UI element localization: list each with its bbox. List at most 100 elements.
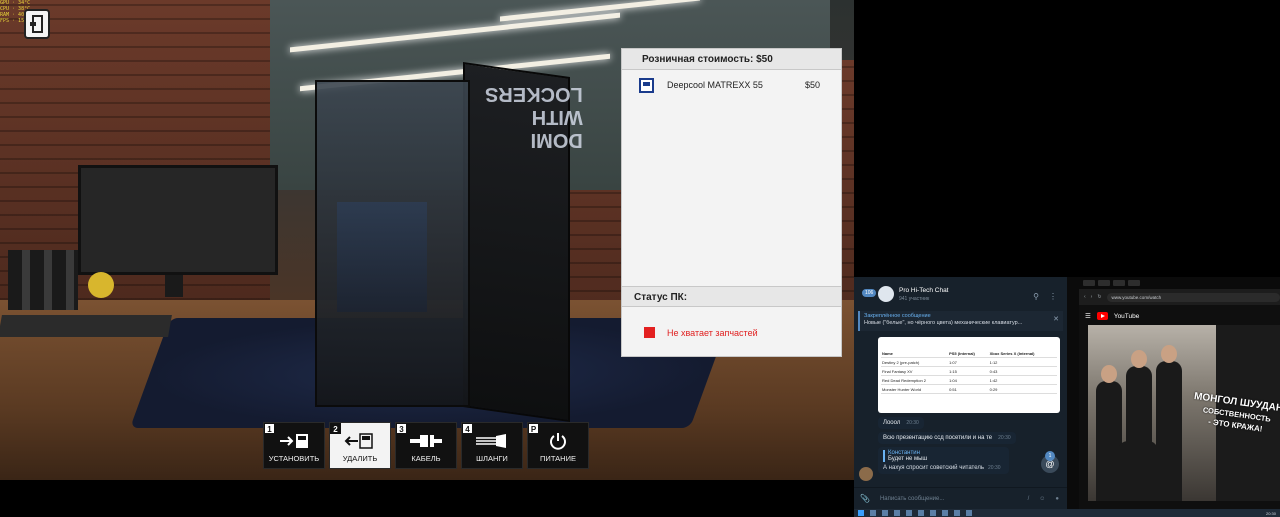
remove-button[interactable]: 2 УДАЛИТЬ bbox=[329, 422, 391, 469]
band-member-head bbox=[1161, 345, 1177, 363]
reply-quote: Будет не мыш bbox=[883, 456, 1004, 462]
table-cell: 0:43 bbox=[988, 366, 1057, 376]
load-times-table: Name PS5 (Internal) Xbox Series X (Inter… bbox=[881, 349, 1057, 394]
status-row: Не хватает запчастей bbox=[644, 327, 758, 338]
part-mode-icon[interactable] bbox=[24, 9, 50, 39]
table-row: Monster Hunter World 0:51 0:29 bbox=[881, 384, 1057, 394]
reload-icon[interactable]: ↻ bbox=[1097, 294, 1101, 300]
app-icon[interactable] bbox=[942, 510, 948, 516]
chat-title: Pro Hi-Tech Chat bbox=[899, 286, 949, 294]
table-cell: Red Dead Redemption 2 bbox=[881, 375, 949, 385]
search-icon[interactable]: ⚲ bbox=[1033, 292, 1039, 301]
back-icon[interactable]: ‹ bbox=[1084, 294, 1086, 300]
table-cell: Final Fantasy XV bbox=[881, 366, 949, 376]
band-member bbox=[1118, 441, 1158, 501]
message-time: 20:30 bbox=[988, 465, 1001, 471]
chat-message[interactable]: Всю презентацию ссд посетили и на те 20:3… bbox=[878, 432, 1016, 444]
telegram-window: 106 Pro Hi-Tech Chat 941 участник ⚲ ⋮ За… bbox=[854, 277, 1067, 509]
image-message[interactable]: Name PS5 (Internal) Xbox Series X (Inter… bbox=[878, 337, 1060, 413]
message-time: 20:30 bbox=[998, 435, 1011, 441]
hoses-button[interactable]: 4 ШЛАНГИ bbox=[461, 422, 523, 469]
table-cell: 1:07 bbox=[948, 357, 989, 367]
browser-tab[interactable] bbox=[1128, 280, 1140, 286]
pc-status-header: Статус ПК: bbox=[622, 286, 841, 307]
install-button[interactable]: 1 УСТАНОВИТЬ bbox=[263, 422, 325, 469]
band-member bbox=[1156, 361, 1182, 501]
reply-message[interactable]: Константин Будет не мыш А нахуя спросит … bbox=[878, 447, 1009, 474]
app-icon[interactable] bbox=[966, 510, 972, 516]
pinned-text: Новые ("белые", но чёрного цвета) механи… bbox=[864, 320, 1023, 326]
browser-toolbar: ‹ › ↻ www.youtube.com/watch bbox=[1079, 289, 1280, 305]
browser-tab[interactable] bbox=[1083, 280, 1095, 286]
search-icon[interactable] bbox=[870, 510, 876, 516]
app-icon[interactable] bbox=[894, 510, 900, 516]
youtube-logo-icon[interactable] bbox=[1096, 312, 1108, 320]
microphone-icon[interactable]: ● bbox=[1055, 496, 1059, 502]
table-cell: Monster Hunter World bbox=[881, 384, 949, 394]
part-row[interactable]: Deepcool MATREXX 55 $50 bbox=[622, 70, 841, 100]
power-icon bbox=[528, 431, 588, 451]
game-viewport[interactable]: DOMI WITH LOCKERS GPU · 34°C CPU · 38°C … bbox=[0, 0, 854, 480]
power-label: ПИТАНИЕ bbox=[540, 454, 576, 463]
app-icon[interactable] bbox=[954, 510, 960, 516]
browser-tab[interactable] bbox=[1113, 280, 1125, 286]
chat-message[interactable]: Лооол 20:30 bbox=[878, 417, 924, 429]
message-composer[interactable]: 📎 Написать сообщение... / ☺ ● bbox=[854, 487, 1067, 509]
browser-sidebar bbox=[1067, 277, 1079, 509]
member-count: 941 участник bbox=[899, 295, 930, 302]
chat-avatar[interactable] bbox=[878, 286, 894, 302]
part-price: $50 bbox=[805, 80, 821, 90]
monitor-stand bbox=[165, 275, 183, 297]
band-member-head bbox=[1131, 350, 1147, 368]
taskview-icon[interactable] bbox=[882, 510, 888, 516]
more-icon[interactable]: ⋮ bbox=[1049, 292, 1057, 301]
table-row: Destiny 2 (pre-patch) 1:07 1:12 bbox=[881, 357, 1057, 367]
band-member-head bbox=[1101, 365, 1117, 383]
cable-label: КАБЕЛЬ bbox=[411, 454, 441, 463]
hoses-label: ШЛАНГИ bbox=[476, 454, 508, 463]
gpu-stack bbox=[8, 250, 78, 310]
pc-case[interactable]: DOMI WITH LOCKERS bbox=[315, 62, 583, 423]
pc-case-glass-panel[interactable] bbox=[315, 80, 470, 407]
site-name: YouTube bbox=[1113, 312, 1140, 320]
forward-icon[interactable]: › bbox=[1091, 294, 1093, 300]
hose-icon bbox=[462, 431, 522, 451]
browser-window: ‹ › ↻ www.youtube.com/watch ☰ YouTube МО… bbox=[1067, 277, 1280, 509]
start-icon[interactable] bbox=[858, 510, 864, 516]
table-header: Name bbox=[881, 349, 949, 358]
table-header: Xbox Series X (Internal) bbox=[988, 349, 1057, 358]
cable-button[interactable]: 3 КАБЕЛЬ bbox=[395, 422, 457, 469]
message-text: Лооол bbox=[883, 420, 901, 426]
browser-tab[interactable] bbox=[1098, 280, 1110, 286]
table-row: Red Dead Redemption 2 1:04 1:42 bbox=[881, 375, 1057, 385]
close-icon[interactable]: ✕ bbox=[1053, 315, 1059, 323]
message-input[interactable]: Написать сообщение... bbox=[880, 496, 1028, 502]
table-cell: 1:15 bbox=[948, 366, 989, 376]
clock[interactable]: 20:30 bbox=[1266, 511, 1276, 516]
pinned-message[interactable]: Закреплённое сообщение Новые ("белые", н… bbox=[858, 311, 1063, 331]
app-icon[interactable] bbox=[918, 510, 924, 516]
table-cell: 1:12 bbox=[988, 357, 1057, 367]
table-cell: 1:42 bbox=[988, 375, 1057, 385]
table-row: Final Fantasy XV 1:15 0:43 bbox=[881, 366, 1057, 376]
attach-icon[interactable]: 📎 bbox=[860, 494, 870, 503]
app-icon[interactable] bbox=[906, 510, 912, 516]
youtube-header: ☰ YouTube bbox=[1079, 305, 1280, 327]
browser-tab-strip[interactable] bbox=[1079, 277, 1280, 289]
power-button[interactable]: P ПИТАНИЕ bbox=[527, 422, 589, 469]
avatar[interactable] bbox=[859, 467, 873, 481]
table-cell: 0:51 bbox=[948, 384, 989, 394]
status-indicator-icon bbox=[644, 327, 655, 338]
action-bar: 1 УСТАНОВИТЬ 2 УДАЛИТЬ 3 КАБЕЛЬ 4 ШЛАНГИ… bbox=[263, 422, 589, 469]
message-time: 20:30 bbox=[906, 420, 919, 426]
address-bar[interactable]: www.youtube.com/watch bbox=[1106, 292, 1280, 302]
retail-price-header: Розничная стоимость: $50 bbox=[622, 49, 841, 70]
remove-label: УДАЛИТЬ bbox=[342, 454, 378, 463]
app-icon[interactable] bbox=[930, 510, 936, 516]
menu-icon[interactable]: ☰ bbox=[1085, 312, 1091, 320]
mention-badge: 1 bbox=[1045, 451, 1055, 461]
commands-icon[interactable]: / bbox=[1028, 496, 1030, 502]
chat-header[interactable]: 106 Pro Hi-Tech Chat 941 участник ⚲ ⋮ bbox=[854, 277, 1067, 311]
message-text: Всю презентацию ссд посетили и на те bbox=[883, 435, 993, 441]
emoji-icon[interactable]: ☺ bbox=[1039, 496, 1045, 502]
